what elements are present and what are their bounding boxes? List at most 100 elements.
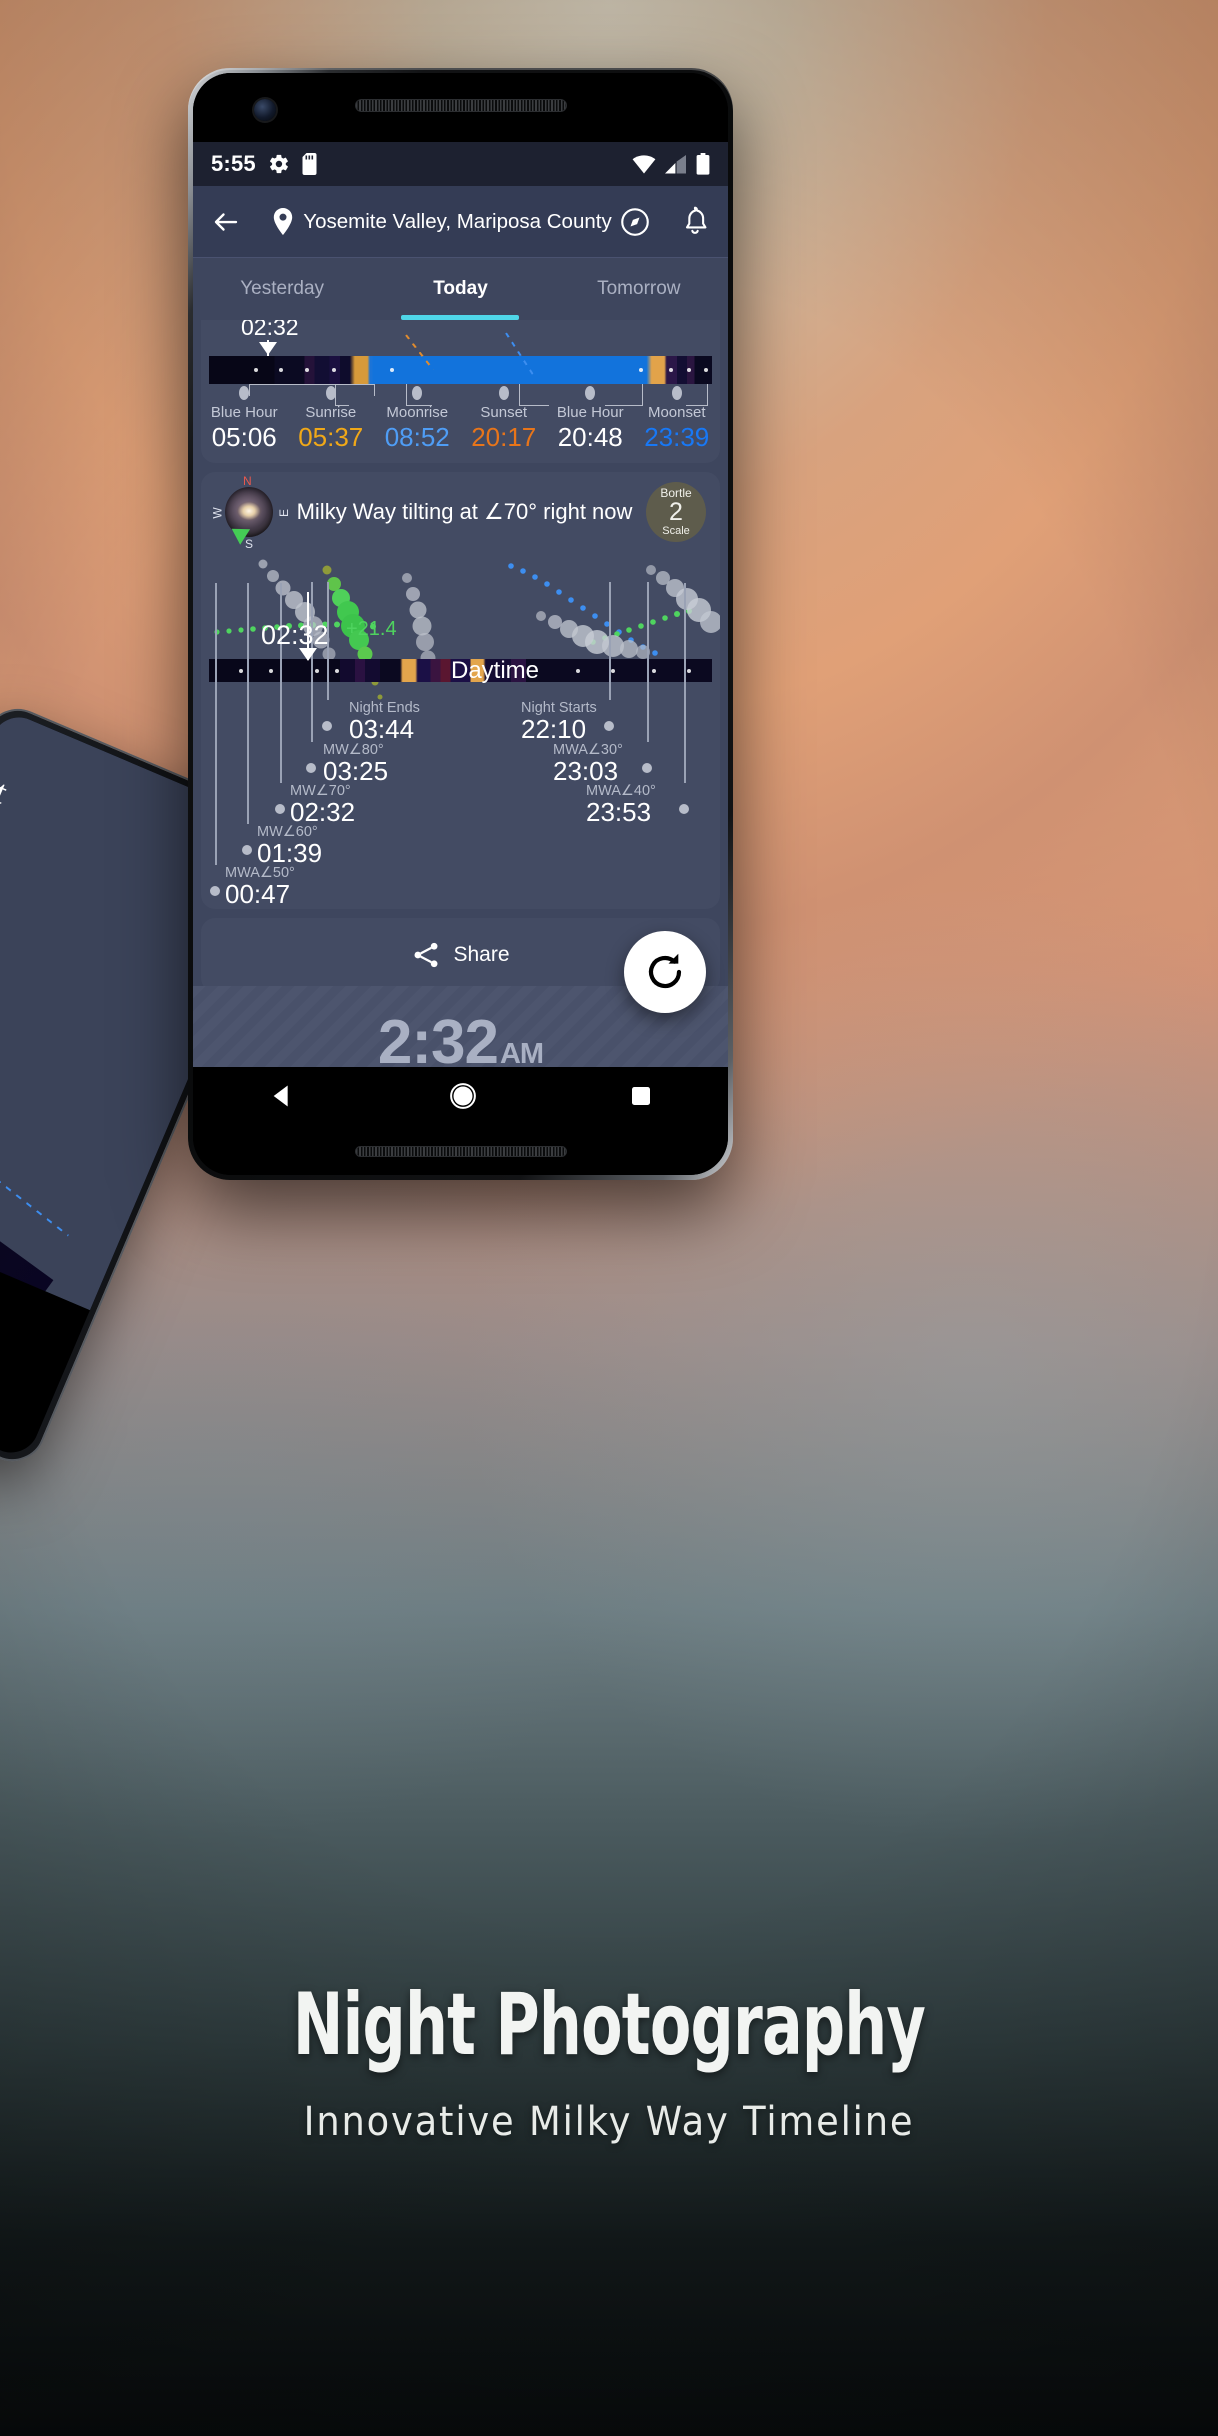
milky-way-timeline-graph[interactable]: Daytime 02:32 +21.4 Night Ends 03:44 MW∠… (201, 552, 720, 909)
sun-event-sunrise[interactable]: Sunrise 05:37 (288, 386, 375, 453)
event-dot (210, 886, 220, 896)
mw-event-mw80[interactable]: MW∠80° 03:25 (306, 582, 388, 785)
mw-event-night-ends[interactable]: Night Ends 03:44 (322, 582, 420, 744)
event-dot (604, 721, 614, 731)
mw-event-night-starts[interactable]: Night Starts 22:10 (521, 582, 614, 744)
event-label: Moonrise (386, 404, 449, 421)
nav-recents-icon[interactable] (629, 1084, 653, 1108)
star-dot (314, 669, 319, 673)
bell-icon[interactable] (680, 206, 710, 238)
event-time: 00:47 (225, 879, 291, 909)
promo-subtitle: Innovative Milky Way Timeline (303, 2099, 915, 2145)
star-dot (304, 368, 309, 372)
nav-home-icon[interactable] (448, 1081, 478, 1111)
share-label: Share (453, 943, 510, 966)
milky-way-compass[interactable]: N S W E (211, 474, 291, 551)
milky-way-header: N S W E Milky Way tilting at ∠70° right … (201, 472, 720, 552)
event-time: 03:44 (349, 714, 415, 744)
leader-line (686, 384, 708, 406)
event-stem (609, 582, 611, 700)
earpiece-speaker (354, 99, 567, 112)
mw-event-mw60[interactable]: MW∠60° 01:39 (242, 583, 322, 867)
bortle-scale-badge[interactable]: Bortle 2 Scale (646, 482, 706, 542)
secondary-compass-icon (0, 850, 4, 995)
mw-event-mwa40[interactable]: MWA∠40° 23:53 (586, 583, 689, 826)
event-label: Blue Hour (210, 404, 278, 421)
compass-icon[interactable] (620, 207, 650, 237)
star-dot (651, 669, 656, 673)
event-label: Moonset (647, 404, 706, 421)
star-dot (269, 669, 274, 673)
phone-body: 5:55 Yosemite Valley, Mariposa County Ye… (193, 73, 728, 1175)
milky-way-now-time: 02:32 (261, 620, 329, 650)
tab-today[interactable]: Today (371, 258, 549, 320)
map-pin-icon (274, 207, 293, 235)
star-dot (704, 368, 709, 372)
tab-tomorrow[interactable]: Tomorrow (550, 258, 728, 320)
mw-event-mw70[interactable]: MW∠70° 02:32 (275, 583, 355, 826)
star-dot (332, 368, 337, 372)
daytime-label: Daytime (451, 657, 540, 684)
star-dot (669, 368, 674, 372)
event-label: Blue Hour (556, 404, 624, 421)
event-time: 23:03 (553, 756, 619, 786)
event-stem (684, 583, 686, 783)
content-scroll-area[interactable]: 02:32 Blue Hour 05:06 Sunrise 05:37 Moon… (193, 320, 728, 1125)
event-stem (647, 582, 649, 742)
leader-line (605, 384, 643, 406)
star-dot (611, 669, 616, 673)
bortle-subtitle: Scale (662, 524, 690, 537)
milky-way-now-marker-icon (299, 648, 317, 661)
event-label: Sunset (480, 404, 528, 421)
signal-icon (665, 154, 686, 173)
star-dot (686, 368, 691, 372)
star-dot (639, 368, 644, 372)
promo-text-block: Night Photography Innovative Milky Way T… (0, 1975, 1218, 2145)
star-dot (390, 368, 395, 372)
battery-icon (696, 153, 710, 175)
location-header[interactable]: Yosemite Valley, Mariposa County (251, 207, 670, 237)
back-arrow-icon[interactable] (211, 207, 241, 237)
star-dot (239, 669, 244, 673)
milky-way-headline: Milky Way tilting at ∠70° right now (296, 499, 633, 524)
star-dot (254, 368, 259, 372)
event-time: 22:10 (521, 714, 587, 744)
milky-way-card[interactable]: N S W E Milky Way tilting at ∠70° right … (201, 472, 720, 909)
status-bar-left-icons (268, 153, 319, 175)
day-tabs: Yesterday Today Tomorrow (193, 258, 728, 320)
promo-title: Night Photography (292, 1975, 926, 2075)
sun-moon-timeline-card[interactable]: 02:32 Blue Hour 05:06 Sunrise 05:37 Moon… (201, 320, 720, 463)
leader-line (249, 384, 375, 396)
event-time: 08:52 (384, 422, 450, 452)
event-stem (247, 583, 249, 824)
bortle-value: 2 (669, 498, 683, 527)
sun-event-blue-hour-morning[interactable]: Blue Hour 05:06 (201, 386, 288, 453)
event-dot (275, 804, 285, 814)
star-dot (279, 368, 284, 372)
tab-yesterday[interactable]: Yesterday (193, 258, 371, 320)
refresh-fab[interactable] (624, 931, 706, 1013)
compass-east-label: E (276, 508, 291, 518)
share-icon (414, 942, 438, 968)
status-bar-clock: 5:55 (211, 151, 256, 176)
event-stem (311, 582, 313, 742)
mw-event-mwa30[interactable]: MWA∠30° 23:03 (553, 582, 652, 786)
sun-timeline-bar[interactable] (209, 356, 712, 384)
event-stem (280, 583, 282, 783)
mw-event-mwa50[interactable]: MWA∠50° 00:47 (210, 583, 295, 909)
bottom-speaker (354, 1146, 567, 1157)
event-time: 20:48 (557, 422, 623, 452)
status-bar: 5:55 (193, 142, 728, 186)
nav-back-icon[interactable] (269, 1082, 297, 1110)
star-dot (334, 669, 339, 673)
front-camera-icon (254, 99, 276, 121)
leader-line (406, 384, 432, 406)
phone-screen: 5:55 Yosemite Valley, Mariposa County Ye… (193, 142, 728, 1125)
event-dot (306, 763, 316, 773)
event-dot (671, 386, 682, 400)
star-dot (576, 669, 581, 673)
star-dot (686, 669, 691, 673)
phone-top-bezel (193, 73, 728, 142)
location-name: Yosemite Valley, Mariposa County (303, 209, 612, 233)
event-dot (239, 386, 250, 400)
